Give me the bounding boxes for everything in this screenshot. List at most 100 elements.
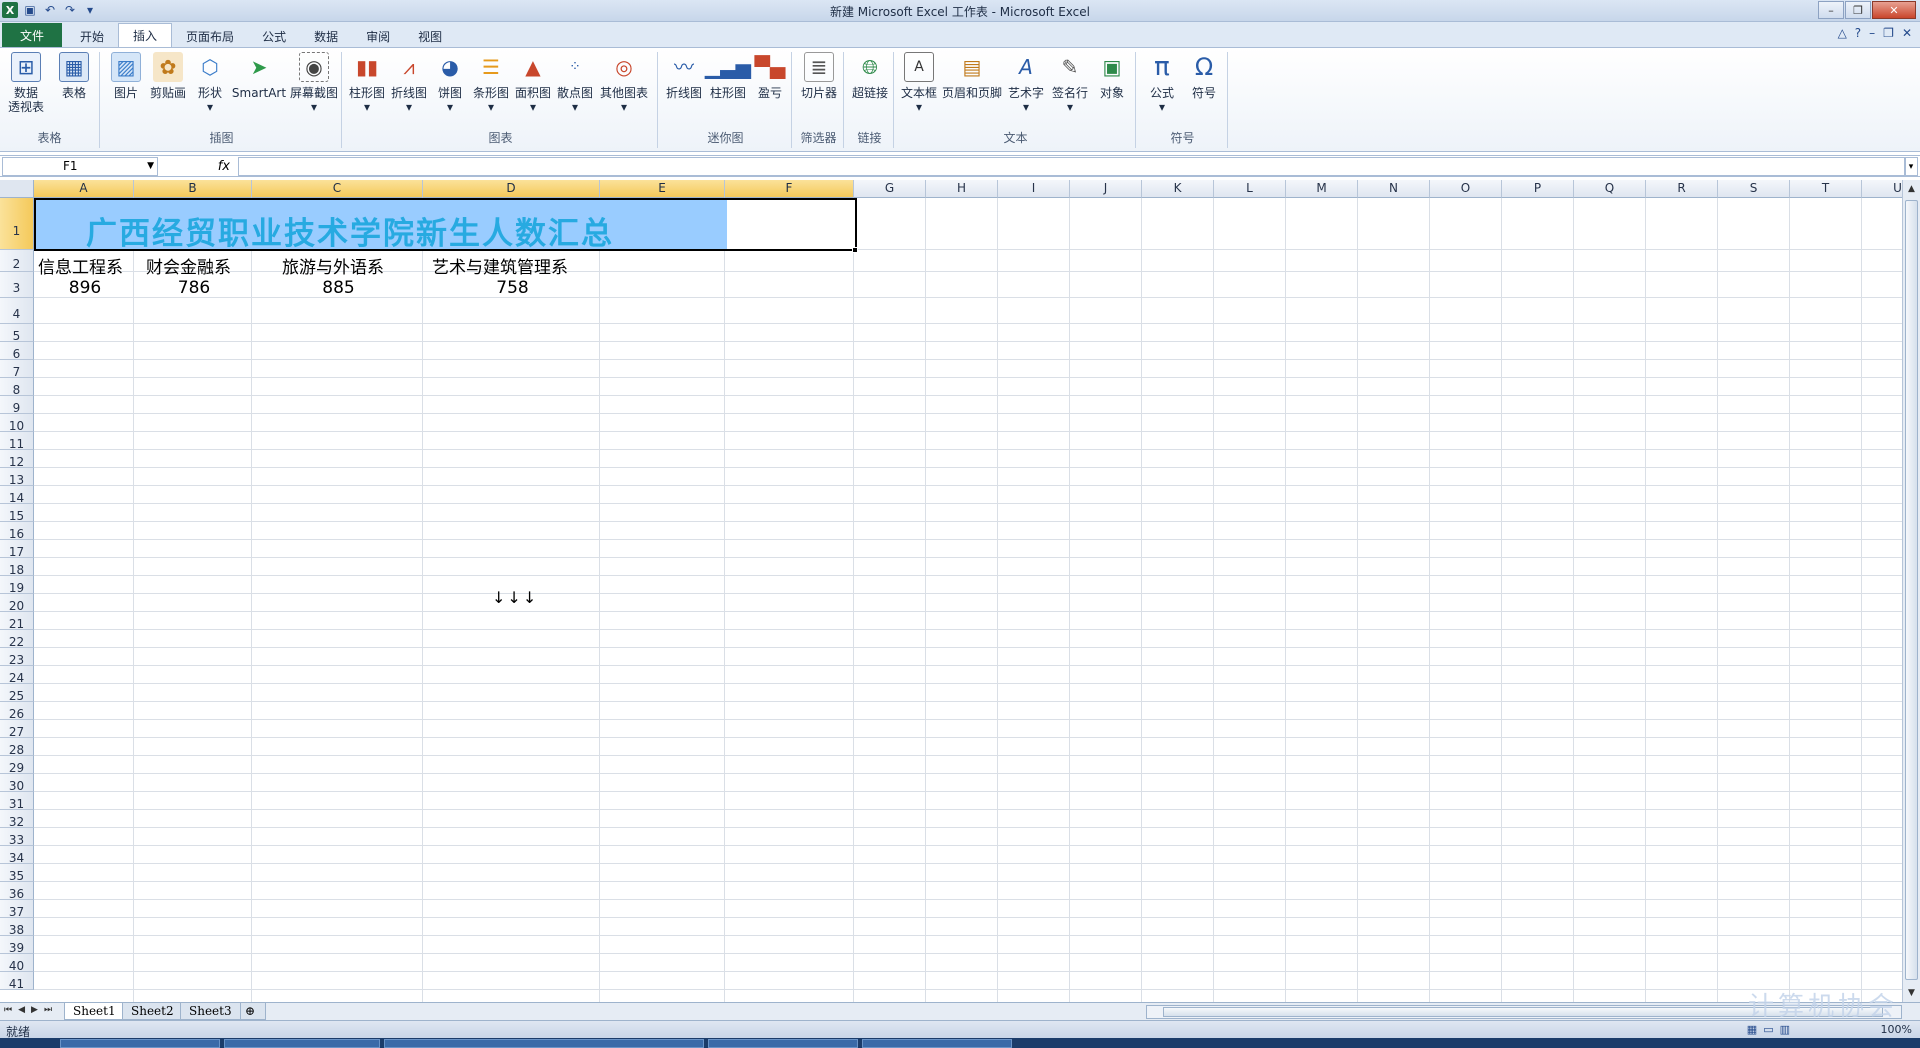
worksheet-grid[interactable]: 广西经贸职业技术学院新生人数汇总 信息工程系 财会金融系 旅游与外语系 艺术与建… [0,180,1902,1002]
pie-chart-button[interactable]: ◕ 饼图 ▾ [430,52,470,114]
line-chart-button[interactable]: ⩘ 折线图 ▾ [388,52,430,114]
scatter-chart-button[interactable]: ⁘ 散点图 ▾ [554,52,596,114]
value-cell-d3[interactable]: 758 [424,278,601,298]
textbox-button[interactable]: A 文本框 ▾ [898,52,940,114]
row-header[interactable]: 5 [0,324,34,343]
name-box[interactable]: F1 ▼ [2,157,158,176]
taskbar-item[interactable] [224,1039,380,1048]
row-header[interactable]: 13 [0,468,34,487]
row-header[interactable]: 33 [0,828,34,847]
row-header[interactable]: 8 [0,378,34,397]
bar-chart-button[interactable]: ☰ 条形图 ▾ [470,52,512,114]
tab-insert[interactable]: 插入 [118,23,173,47]
column-header[interactable]: D [423,180,600,198]
row-header[interactable]: 28 [0,738,34,757]
column-header[interactable]: U [1862,180,1902,198]
column-header[interactable]: F [725,180,854,198]
row-header[interactable]: 23 [0,648,34,667]
smartart-button[interactable]: ➤ SmartArt [230,52,288,100]
taskbar-item[interactable] [60,1039,220,1048]
screenshot-button[interactable]: ◉ 屏幕截图 ▾ [288,52,340,114]
column-header[interactable]: A [34,180,134,198]
column-header[interactable]: L [1214,180,1286,198]
row-header[interactable]: 26 [0,702,34,721]
page-break-view-icon[interactable]: ▥ [1780,1023,1790,1036]
clipart-button[interactable]: ✿ 剪贴画 [146,52,190,100]
row-header[interactable]: 16 [0,522,34,541]
value-cell-c3[interactable]: 885 [253,278,424,298]
hyperlink-button[interactable]: 🌐︎ 超链接 [848,52,892,100]
minimize-button[interactable]: – [1818,1,1844,19]
row-header[interactable]: 11 [0,432,34,451]
taskbar-item[interactable] [384,1039,704,1048]
other-charts-button[interactable]: ◎ 其他图表 ▾ [596,52,652,114]
pivot-table-button[interactable]: ⊞ 数据 透视表 [4,52,48,114]
header-footer-button[interactable]: ▤ 页眉和页脚 [940,52,1004,100]
taskbar-item[interactable] [862,1039,1012,1048]
row-header[interactable]: 34 [0,846,34,865]
column-header[interactable]: R [1646,180,1718,198]
area-chart-button[interactable]: ▲ 面积图 ▾ [512,52,554,114]
scroll-thumb[interactable] [1905,200,1918,980]
shapes-button[interactable]: ⬡ 形状 ▾ [190,52,230,114]
row-header[interactable]: 21 [0,612,34,631]
workbook-minimize-icon[interactable]: – [1869,26,1875,40]
row-header[interactable]: 37 [0,900,34,919]
column-chart-button[interactable]: ▮▮ 柱形图 ▾ [346,52,388,114]
slicer-button[interactable]: ≣ 切片器 [796,52,842,100]
row-header[interactable]: 4 [0,298,34,324]
row-header[interactable]: 24 [0,666,34,685]
sheet-tab-1[interactable]: Sheet1 [64,1003,125,1020]
row-header[interactable]: 1 [0,198,34,250]
next-sheet-icon[interactable]: ▶ [31,1005,38,1015]
wordart-button[interactable]: A 艺术字 ▾ [1004,52,1048,114]
header-cell-b2[interactable]: 财会金融系 [146,253,231,278]
row-header[interactable]: 25 [0,684,34,703]
close-button[interactable]: ✕ [1872,1,1916,19]
row-header[interactable]: 31 [0,792,34,811]
row-header[interactable]: 9 [0,396,34,415]
row-header[interactable]: 14 [0,486,34,505]
tab-formulas[interactable]: 公式 [248,25,300,47]
object-button[interactable]: ▣ 对象 [1092,52,1132,100]
tab-data[interactable]: 数据 [300,25,352,47]
expand-formula-icon[interactable]: ▾ [1904,157,1918,176]
workbook-close-icon[interactable]: ✕ [1902,26,1912,40]
row-header[interactable]: 22 [0,630,34,649]
tab-page-layout[interactable]: 页面布局 [172,25,248,47]
row-header[interactable]: 38 [0,918,34,937]
select-all-button[interactable] [0,180,34,198]
row-header[interactable]: 7 [0,360,34,379]
insert-function-button[interactable]: fx [164,157,234,176]
signature-line-button[interactable]: ✎ 签名行 ▾ [1048,52,1092,114]
insert-sheet-icon[interactable]: ⊕ [240,1003,266,1020]
chevron-down-icon[interactable]: ▼ [147,158,154,175]
column-header[interactable]: M [1286,180,1358,198]
column-header[interactable]: I [998,180,1070,198]
taskbar-item[interactable] [708,1039,858,1048]
tab-home[interactable]: 开始 [66,25,118,47]
row-header[interactable]: 6 [0,342,34,361]
scroll-down-icon[interactable]: ▼ [1903,984,1920,1002]
column-header[interactable]: T [1790,180,1862,198]
help-icon[interactable]: ? [1855,26,1861,40]
first-sheet-icon[interactable]: ⏮ [4,1005,12,1015]
formula-input[interactable] [238,157,1906,176]
vertical-scrollbar[interactable]: ▲ ▼ [1902,180,1920,1002]
sparkline-winloss-button[interactable]: ▀▄ 盈亏 [750,52,790,100]
last-sheet-icon[interactable]: ⏭ [44,1005,52,1015]
fill-handle[interactable] [852,247,858,253]
row-header[interactable]: 29 [0,756,34,775]
row-header[interactable]: 40 [0,954,34,973]
row-header[interactable]: 32 [0,810,34,829]
row-header[interactable]: 41 [0,972,34,991]
sparkline-line-button[interactable]: 〰 折线图 [662,52,706,100]
row-header[interactable]: 17 [0,540,34,559]
header-cell-a2[interactable]: 信息工程系 [38,253,123,278]
picture-button[interactable]: ▨ 图片 [106,52,146,100]
row-header[interactable]: 12 [0,450,34,469]
row-header[interactable]: 3 [0,272,34,298]
scroll-up-icon[interactable]: ▲ [1903,180,1920,198]
column-header[interactable]: N [1358,180,1430,198]
row-header[interactable]: 19 [0,576,34,595]
